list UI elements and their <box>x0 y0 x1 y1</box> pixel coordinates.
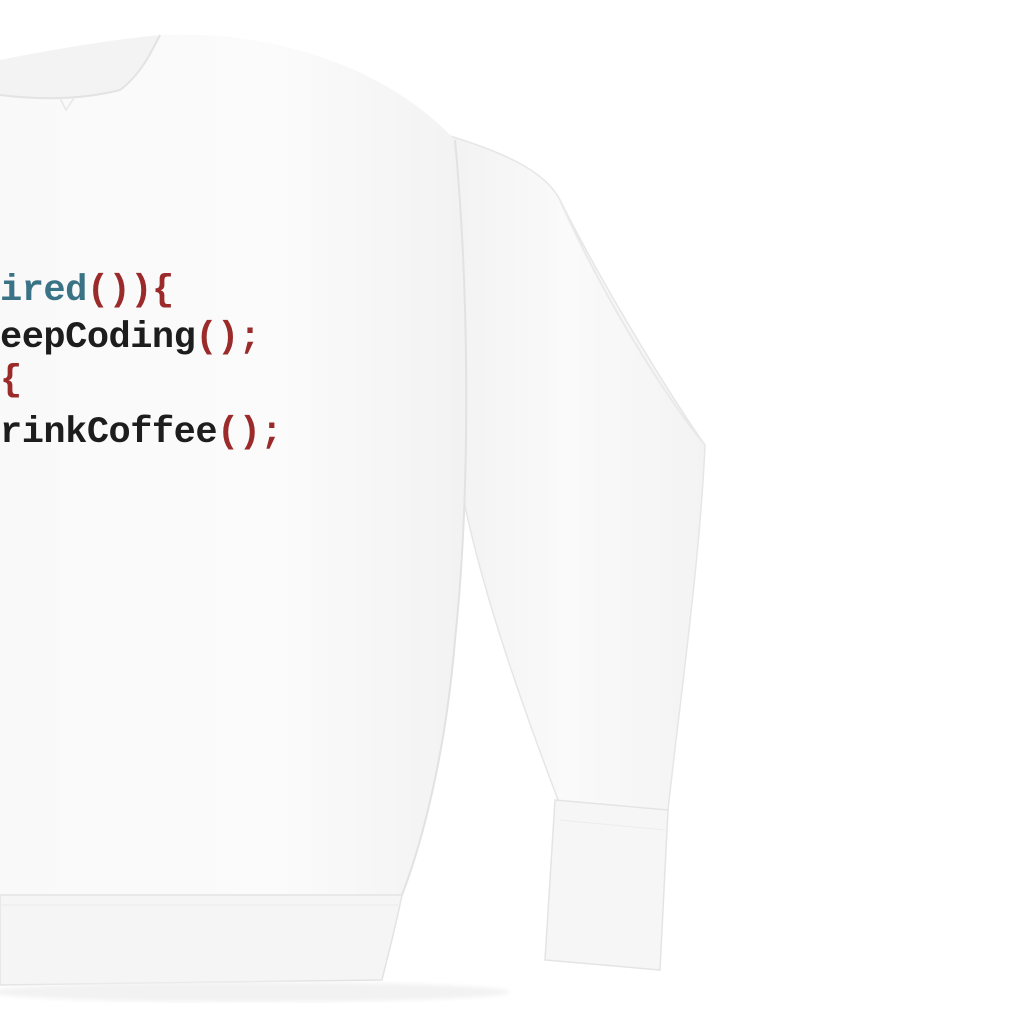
code-token: ired <box>0 270 87 312</box>
sleeve-cuff <box>544 799 669 971</box>
code-line: eepCoding(); <box>0 317 260 359</box>
code-token: rinkCoffee <box>0 412 217 454</box>
code-line: rinkCoffee(); <box>0 412 282 454</box>
code-line: ired()){ <box>0 270 174 312</box>
product-photo: ired()){eepCoding();{rinkCoffee(); <box>0 34 706 1002</box>
code-token: { <box>0 360 22 402</box>
sweatshirt-sleeve <box>429 128 706 811</box>
code-token: eepCoding <box>0 317 195 359</box>
ground-shadow <box>0 982 510 1002</box>
waistband <box>0 894 403 986</box>
code-token: (); <box>217 412 282 454</box>
code-token: (); <box>195 317 260 359</box>
sweatshirt-body <box>0 34 468 901</box>
code-line: { <box>0 360 22 402</box>
code-token: ()){ <box>87 270 174 312</box>
